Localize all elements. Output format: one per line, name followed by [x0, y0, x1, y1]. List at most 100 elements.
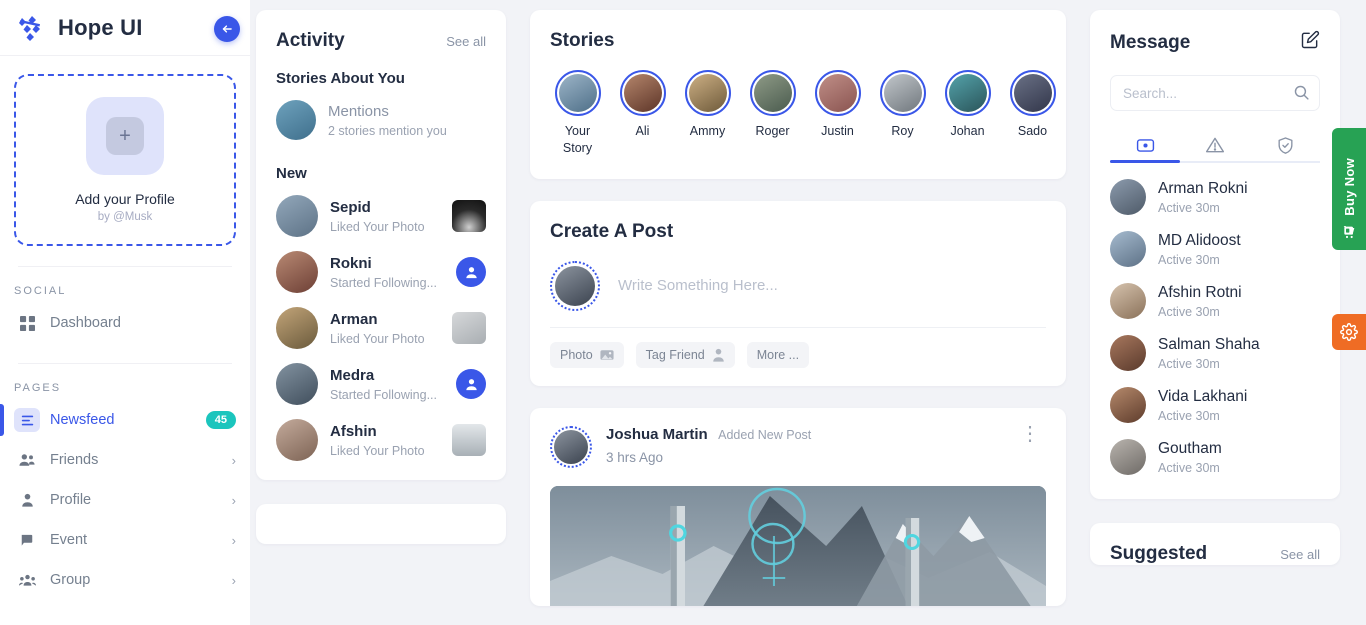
- chat-bubble-icon: [1136, 138, 1154, 152]
- story-item[interactable]: Roy: [875, 70, 930, 157]
- avatar: [688, 74, 727, 112]
- activity-thumbnail[interactable]: [452, 200, 486, 232]
- activity-see-all-link[interactable]: See all: [446, 34, 486, 49]
- sidebar-item-dashboard-label: Dashboard: [50, 315, 121, 331]
- settings-button[interactable]: [1332, 314, 1366, 350]
- buy-now-button[interactable]: Buy Now: [1332, 128, 1366, 250]
- more-options-button[interactable]: More ...: [746, 341, 810, 368]
- story-item[interactable]: Ali: [615, 70, 670, 157]
- avatar: [1013, 74, 1052, 112]
- sidebar-item-friends[interactable]: Friends ›: [0, 440, 250, 480]
- feed-post-image: [550, 485, 1046, 606]
- list-item[interactable]: Arman Liked Your Photo: [256, 300, 506, 356]
- stories-title: Stories: [550, 30, 615, 51]
- activity-name: Rokni: [330, 255, 372, 273]
- search-icon: [1293, 84, 1310, 106]
- list-item[interactable]: Afshin Rotni Active 30m: [1110, 275, 1320, 327]
- avatar: [276, 251, 318, 293]
- sidebar-item-newsfeed[interactable]: Newsfeed 45: [0, 400, 250, 440]
- contact-status: Active 30m: [1158, 252, 1220, 267]
- list-item[interactable]: Goutham Active 30m: [1110, 431, 1320, 483]
- sidebar-item-profile[interactable]: Profile ›: [0, 480, 250, 520]
- avatar: [276, 195, 318, 237]
- story-ring: [1009, 70, 1056, 116]
- sidebar-item-group[interactable]: Group ›: [0, 560, 250, 600]
- right-column: Message Search... Arman Rokni Active 30m…: [1090, 10, 1340, 625]
- follow-button[interactable]: [456, 369, 486, 399]
- story-ring: [944, 70, 991, 116]
- activity-thumbnail[interactable]: [452, 424, 486, 456]
- story-ring: [619, 70, 666, 116]
- tab-chats[interactable]: [1110, 129, 1180, 163]
- activity-sub: Liked Your Photo: [330, 443, 425, 458]
- story-label: Ali: [635, 124, 650, 138]
- contact-status: Active 30m: [1158, 408, 1220, 423]
- list-item[interactable]: Medra Started Following...: [256, 356, 506, 412]
- contact-name: Afshin Rotni: [1158, 284, 1242, 302]
- feed-column: Stories Your Story Ali Ammy Roger Justin…: [530, 10, 1066, 625]
- suggested-see-all-link[interactable]: See all: [1280, 547, 1320, 562]
- sidebar-item-newsfeed-label: Newsfeed: [50, 412, 115, 428]
- message-title: Message: [1110, 31, 1191, 53]
- alert-triangle-icon: [1205, 137, 1225, 153]
- list-item[interactable]: Afshin Liked Your Photo: [256, 412, 506, 468]
- tag-friend-button[interactable]: Tag Friend: [635, 341, 735, 368]
- story-item[interactable]: Sado: [1005, 70, 1060, 157]
- create-post-input[interactable]: [618, 277, 1046, 295]
- feed-icon: [14, 408, 40, 432]
- story-label: Roger: [755, 124, 790, 138]
- add-profile-card[interactable]: + Add your Profile by @Musk: [14, 74, 236, 246]
- message-texts: Vida Lakhani Active 30m: [1158, 387, 1247, 422]
- sidebar-header: Hope UI: [0, 0, 250, 56]
- activity-sub: Liked Your Photo: [330, 219, 425, 234]
- chevron-right-icon: ›: [231, 532, 236, 548]
- sidebar-item-dashboard[interactable]: Dashboard: [0, 303, 250, 343]
- feed-post-byline: Joshua Martin Added New Post: [606, 426, 811, 444]
- photo-icon: [600, 349, 614, 360]
- follow-button[interactable]: [456, 257, 486, 287]
- search-input[interactable]: [1110, 75, 1320, 111]
- buy-now-label: Buy Now: [1341, 158, 1357, 216]
- activity-name: Afshin: [330, 423, 377, 441]
- kebab-menu-icon[interactable]: ⋮: [1014, 424, 1046, 444]
- create-post-card: Create A Post Photo Tag Frien: [530, 200, 1066, 386]
- list-item[interactable]: Salman Shaha Active 30m: [1110, 327, 1320, 379]
- contact-name: Goutham: [1158, 440, 1222, 458]
- mentions-row[interactable]: Mentions 2 stories mention you: [256, 93, 506, 147]
- stories-strip[interactable]: Your Story Ali Ammy Roger Justin Roy Joh…: [530, 52, 1066, 157]
- hope-ui-logo-icon: [16, 13, 46, 43]
- story-item[interactable]: Johan: [940, 70, 995, 157]
- list-item[interactable]: MD Alidoost Active 30m: [1110, 223, 1320, 275]
- mentions-texts: Mentions 2 stories mention you: [328, 102, 486, 138]
- content-area: Activity See all Stories About You Menti…: [250, 0, 1366, 625]
- contact-status: Active 30m: [1158, 304, 1220, 319]
- tab-alerts[interactable]: [1180, 129, 1250, 161]
- list-item[interactable]: Vida Lakhani Active 30m: [1110, 379, 1320, 431]
- story-item[interactable]: Your Story: [550, 70, 605, 157]
- story-item[interactable]: Justin: [810, 70, 865, 157]
- message-texts: Arman Rokni Active 30m: [1158, 179, 1248, 214]
- compose-edit-icon[interactable]: [1300, 30, 1320, 55]
- list-item[interactable]: Arman Rokni Active 30m: [1110, 171, 1320, 223]
- avatar: [883, 74, 922, 112]
- feed-post-time: 3 hrs Ago: [606, 449, 664, 465]
- list-item[interactable]: Sepid Liked Your Photo: [256, 188, 506, 244]
- message-search: [1110, 75, 1320, 111]
- tab-security[interactable]: [1250, 129, 1320, 161]
- sidebar-item-event-label: Event: [50, 532, 88, 548]
- list-item[interactable]: Rokni Started Following...: [256, 244, 506, 300]
- story-item[interactable]: Ammy: [680, 70, 735, 157]
- avatar: [558, 74, 597, 112]
- mentions-name: Mentions: [328, 103, 389, 121]
- story-item[interactable]: Roger: [745, 70, 800, 157]
- brand-title: Hope UI: [58, 14, 143, 40]
- photo-action-label: Photo: [560, 347, 593, 362]
- sidebar-item-event[interactable]: Event ›: [0, 520, 250, 560]
- event-flag-icon: [14, 533, 40, 548]
- avatar: [276, 363, 318, 405]
- story-ring: [814, 70, 861, 116]
- add-photo-button[interactable]: Photo: [550, 341, 624, 368]
- sidebar-collapse-button[interactable]: [214, 16, 240, 42]
- avatar: [1110, 283, 1146, 319]
- activity-thumbnail[interactable]: [452, 312, 486, 344]
